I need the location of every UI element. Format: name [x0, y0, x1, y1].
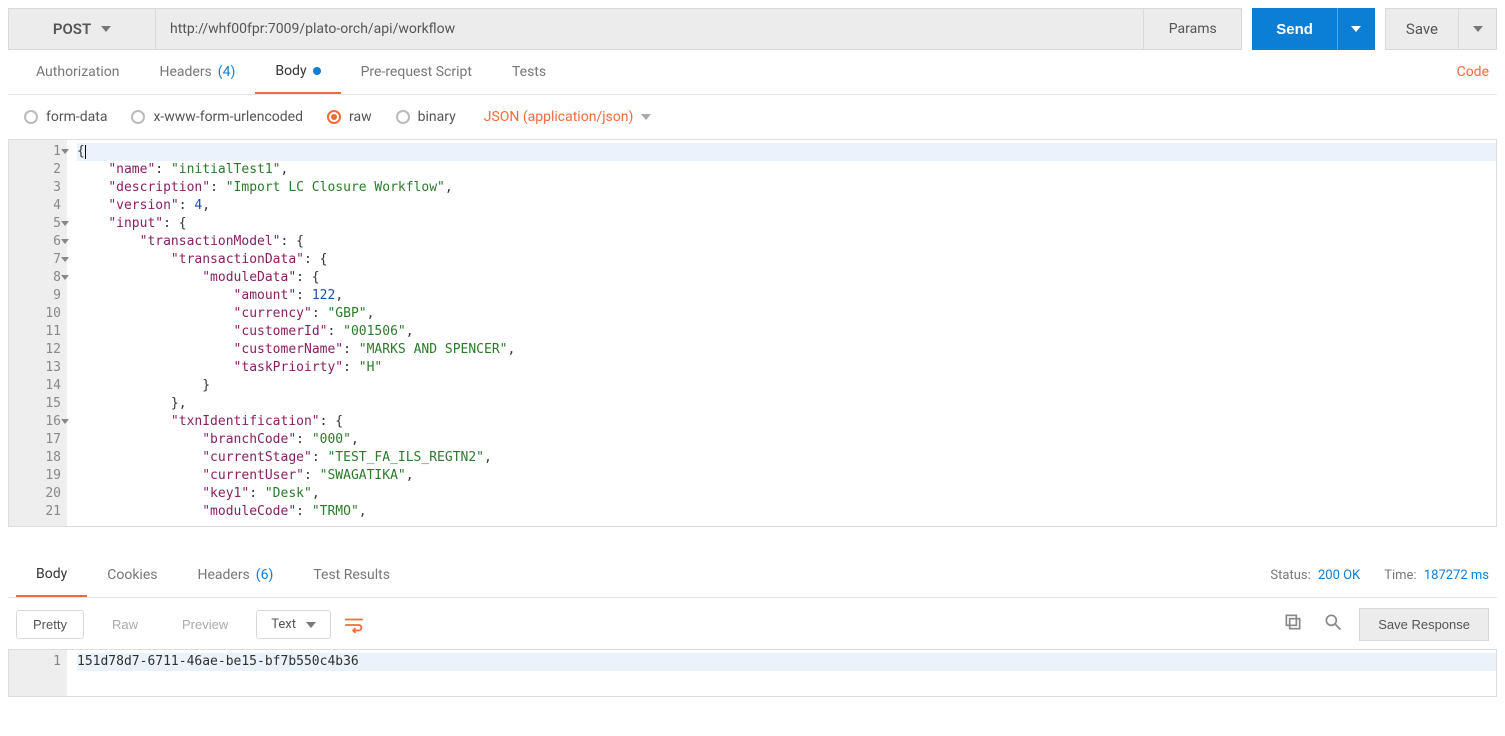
search-icon[interactable] — [1319, 610, 1347, 639]
save-button[interactable]: Save — [1385, 8, 1459, 50]
body-binary-radio[interactable]: binary — [396, 109, 456, 125]
resp-tab-headers[interactable]: Headers (6) — [177, 553, 293, 597]
save-dropdown[interactable] — [1459, 8, 1497, 50]
radio-icon — [24, 110, 38, 124]
radio-icon — [396, 110, 410, 124]
content-type-select[interactable]: JSON (application/json) — [484, 109, 652, 125]
tab-headers[interactable]: Headers (4) — [139, 50, 255, 94]
body-urlencoded-radio[interactable]: x-www-form-urlencoded — [131, 109, 303, 125]
wrap-lines-icon[interactable] — [343, 614, 365, 636]
request-body-editor[interactable]: 123456789101112131415161718192021 { "nam… — [8, 139, 1497, 527]
chevron-down-icon — [306, 622, 316, 628]
params-button[interactable]: Params — [1144, 8, 1242, 50]
save-response-button[interactable]: Save Response — [1359, 608, 1489, 641]
chevron-down-icon — [1473, 26, 1483, 32]
resp-raw-button[interactable]: Raw — [96, 611, 154, 638]
send-button[interactable]: Send — [1252, 8, 1337, 50]
resp-format-select[interactable]: Text — [256, 610, 331, 639]
editor-code[interactable]: { "name": "initialTest1", "description":… — [67, 140, 1496, 526]
editor-gutter: 123456789101112131415161718192021 — [9, 140, 67, 526]
status-label: Status: 200 OK — [1270, 568, 1360, 583]
editor-gutter: 1 — [9, 650, 67, 696]
tab-authorization[interactable]: Authorization — [16, 50, 139, 94]
resp-tab-cookies[interactable]: Cookies — [87, 553, 177, 597]
resp-headers-count: (6) — [256, 567, 274, 583]
chevron-down-icon — [641, 114, 651, 120]
tab-prerequest[interactable]: Pre-request Script — [341, 50, 492, 94]
url-input[interactable]: http://whf00fpr:7009/plato-orch/api/work… — [155, 8, 1144, 50]
time-label: Time: 187272 ms — [1384, 568, 1489, 583]
status-value: 200 OK — [1318, 568, 1360, 583]
resp-tab-testresults[interactable]: Test Results — [293, 553, 410, 597]
url-text: http://whf00fpr:7009/plato-orch/api/work… — [170, 21, 455, 37]
method-select[interactable]: POST — [8, 8, 155, 50]
tab-body[interactable]: Body — [255, 50, 340, 94]
copy-icon[interactable] — [1279, 610, 1307, 639]
body-raw-radio[interactable]: raw — [327, 109, 372, 125]
resp-tab-body[interactable]: Body — [16, 553, 87, 597]
unsaved-dot-icon — [313, 67, 321, 75]
send-dropdown[interactable] — [1337, 8, 1375, 50]
tab-headers-count: (4) — [218, 64, 236, 80]
method-label: POST — [53, 20, 91, 38]
editor-code[interactable]: 151d78d7-6711-46ae-be15-bf7b550c4b36 — [67, 650, 1496, 696]
radio-icon — [327, 110, 341, 124]
chevron-down-icon — [101, 26, 111, 32]
radio-icon — [131, 110, 145, 124]
body-formdata-radio[interactable]: form-data — [24, 109, 107, 125]
tab-tests[interactable]: Tests — [492, 50, 566, 94]
chevron-down-icon — [1351, 26, 1361, 32]
time-value: 187272 ms — [1424, 568, 1489, 583]
resp-preview-button[interactable]: Preview — [166, 611, 244, 638]
response-body-editor[interactable]: 1 151d78d7-6711-46ae-be15-bf7b550c4b36 — [8, 649, 1497, 697]
resp-pretty-button[interactable]: Pretty — [16, 610, 84, 639]
code-link[interactable]: Code — [1457, 64, 1489, 80]
